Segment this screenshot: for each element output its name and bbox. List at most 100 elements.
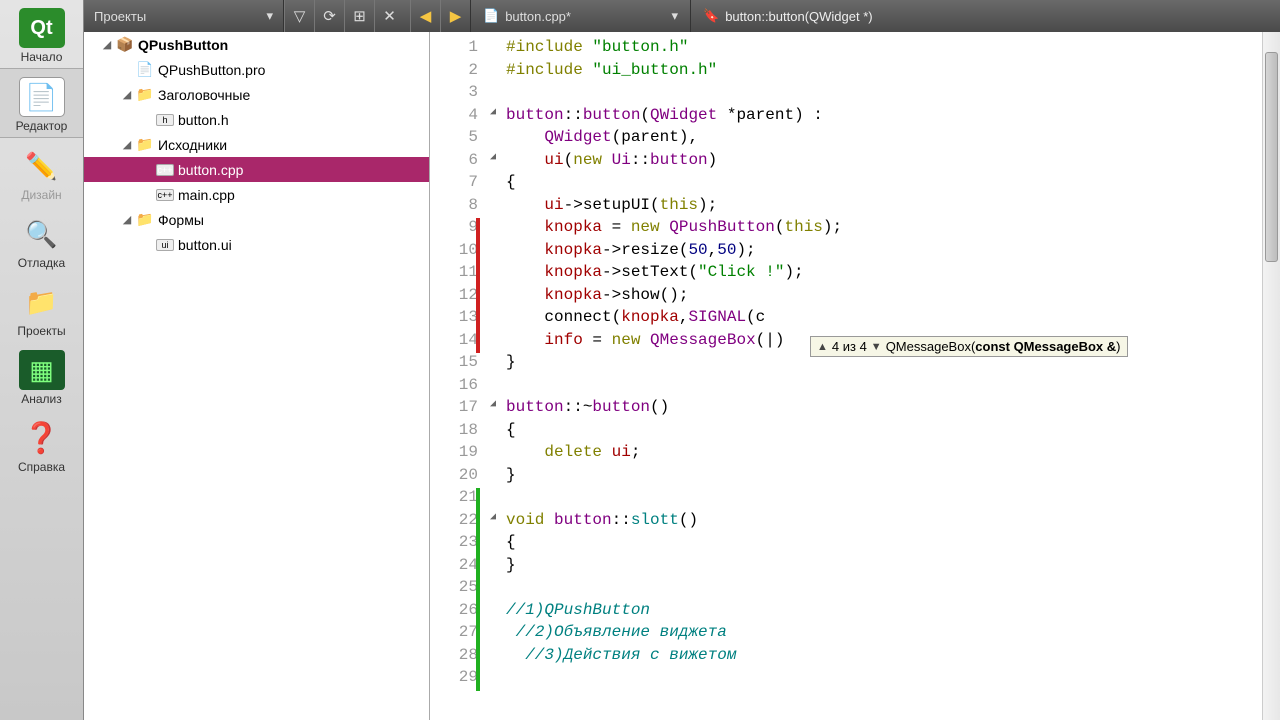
code-line[interactable]: } [506,466,1280,489]
code-line[interactable]: delete ui; [506,443,1280,466]
fold-column[interactable]: ◢ ◢ ◢ ◢ [486,32,500,691]
code-line[interactable] [506,83,1280,106]
prev-overload-icon[interactable]: ▲ [817,341,828,353]
tree-node-icon: c++ [156,164,174,176]
code-line[interactable]: connect(knopka,SIGNAL(c [506,308,1280,331]
top-toolbar: Проекты ▾ ▽ ⟳ ⊞ ✕ ◀ ▶ 📄 button.cpp* ▾ 🔖 … [84,0,1280,32]
tree-node-label: button.h [178,112,229,128]
analyze-icon: ▦ [19,350,65,390]
line-number: 19 [430,443,486,466]
fold-marker-icon [486,331,500,354]
code-line[interactable]: ui(new Ui::button) [506,151,1280,174]
nav-forward-button[interactable]: ▶ [440,0,470,32]
tree-node-icon: 📄 [136,61,154,78]
code-line[interactable]: knopka = new QPushButton(this); [506,218,1280,241]
tree-twisty-icon[interactable]: ◢ [120,138,134,151]
split-icon: ⊞ [353,7,366,25]
bookmark-icon: 🔖 [703,8,719,24]
projects-icon: 📁 [19,282,65,322]
line-number: 8 [430,196,486,219]
code-line[interactable]: //3)Действия с вижетом [506,646,1280,669]
mode-label: Начало [21,50,63,64]
code-line[interactable]: { [506,421,1280,444]
code-line[interactable]: knopka->resize(50,50); [506,241,1280,264]
fold-marker-icon[interactable]: ◢ [486,106,500,129]
tree-twisty-icon[interactable]: ◢ [120,213,134,226]
tree-twisty-icon[interactable]: ◢ [100,38,114,51]
next-overload-icon[interactable]: ▼ [871,341,882,353]
fold-marker-icon [486,83,500,106]
tree-item[interactable]: uibutton.ui [84,232,429,257]
projects-dropdown[interactable]: Проекты ▾ [84,0,284,32]
fold-marker-icon [486,218,500,241]
tooltip-text: QMessageBox(const QMessageBox &) [886,339,1121,354]
change-marker [476,488,480,691]
fold-marker-icon [486,533,500,556]
code-line[interactable]: #include "ui_button.h" [506,61,1280,84]
tree-node-label: Исходники [158,137,227,153]
code-line[interactable]: //1)QPushButton [506,601,1280,624]
tree-node-label: button.cpp [178,162,243,178]
code-lines[interactable]: #include "button.h"#include "ui_button.h… [506,32,1280,691]
tree-item[interactable]: c++ button.cpp [84,157,429,182]
mode-debug[interactable]: 🔍 Отладка [0,206,83,274]
code-line[interactable]: //2)Объявление виджета [506,623,1280,646]
fold-marker-icon[interactable]: ◢ [486,398,500,421]
mode-editor[interactable]: 📄 Редактор [0,68,83,138]
parameter-tooltip: ▲ 4 из 4 ▼ QMessageBox(const QMessageBox… [810,336,1128,357]
split-button[interactable]: ⊞ [344,0,374,32]
sync-button[interactable]: ⟳ [314,0,344,32]
code-line[interactable]: void button::slott() [506,511,1280,534]
nav-back-button[interactable]: ◀ [410,0,440,32]
file-tab[interactable]: 📄 button.cpp* ▾ [470,0,690,32]
tree-item[interactable]: ◢📁Исходники [84,132,429,157]
vertical-scrollbar[interactable] [1262,32,1280,720]
mode-help[interactable]: ❓ Справка [0,410,83,478]
code-editor[interactable]: 1234567891011121314151617181920212223242… [430,32,1280,720]
code-line[interactable]: knopka->setText("Click !"); [506,263,1280,286]
mode-label: Проекты [17,324,65,338]
line-number: 17 [430,398,486,421]
symbol-tab[interactable]: 🔖 button::button(QWidget *) [690,0,885,32]
tree-item[interactable]: ◢📁Формы [84,207,429,232]
tree-item[interactable]: hbutton.h [84,107,429,132]
close-panel-button[interactable]: ✕ [374,0,404,32]
tree-item[interactable]: 📄QPushButton.pro [84,57,429,82]
code-line[interactable]: ui->setupUI(this); [506,196,1280,219]
code-line[interactable]: knopka->show(); [506,286,1280,309]
mode-label: Анализ [21,392,62,406]
code-line[interactable] [506,376,1280,399]
mode-welcome[interactable]: Qt Начало [0,0,83,68]
code-line[interactable] [506,578,1280,601]
tree-twisty-icon[interactable]: ◢ [120,88,134,101]
scrollbar-thumb[interactable] [1265,52,1278,262]
tree-node-icon: c++ [156,189,174,201]
line-number: 3 [430,83,486,106]
code-line[interactable]: QWidget(parent), [506,128,1280,151]
tree-node-icon: 📁 [136,136,154,153]
project-tree[interactable]: ◢📦QPushButton📄QPushButton.pro◢📁Заголовоч… [84,32,430,720]
code-line[interactable]: #include "button.h" [506,38,1280,61]
filter-button[interactable]: ▽ [284,0,314,32]
mode-design[interactable]: ✏️ Дизайн [0,138,83,206]
mode-analyze[interactable]: ▦ Анализ [0,342,83,410]
code-line[interactable]: { [506,533,1280,556]
code-line[interactable] [506,668,1280,691]
fold-marker-icon [486,578,500,601]
code-line[interactable]: } [506,556,1280,579]
code-line[interactable]: { [506,173,1280,196]
mode-bar: Qt Начало 📄 Редактор ✏️ Дизайн 🔍 Отладка… [0,0,84,720]
fold-marker-icon[interactable]: ◢ [486,511,500,534]
tree-item[interactable]: ◢📁Заголовочные [84,82,429,107]
code-line[interactable]: button::button(QWidget *parent) : [506,106,1280,129]
tree-item[interactable]: ◢📦QPushButton [84,32,429,57]
fold-marker-icon [486,173,500,196]
dropdown-label: Проекты [94,9,146,24]
tooltip-counter: 4 из 4 [832,339,867,354]
code-line[interactable]: button::~button() [506,398,1280,421]
code-line[interactable] [506,488,1280,511]
fold-marker-icon[interactable]: ◢ [486,151,500,174]
mode-projects[interactable]: 📁 Проекты [0,274,83,342]
tree-item[interactable]: c++main.cpp [84,182,429,207]
line-number: 4 [430,106,486,129]
